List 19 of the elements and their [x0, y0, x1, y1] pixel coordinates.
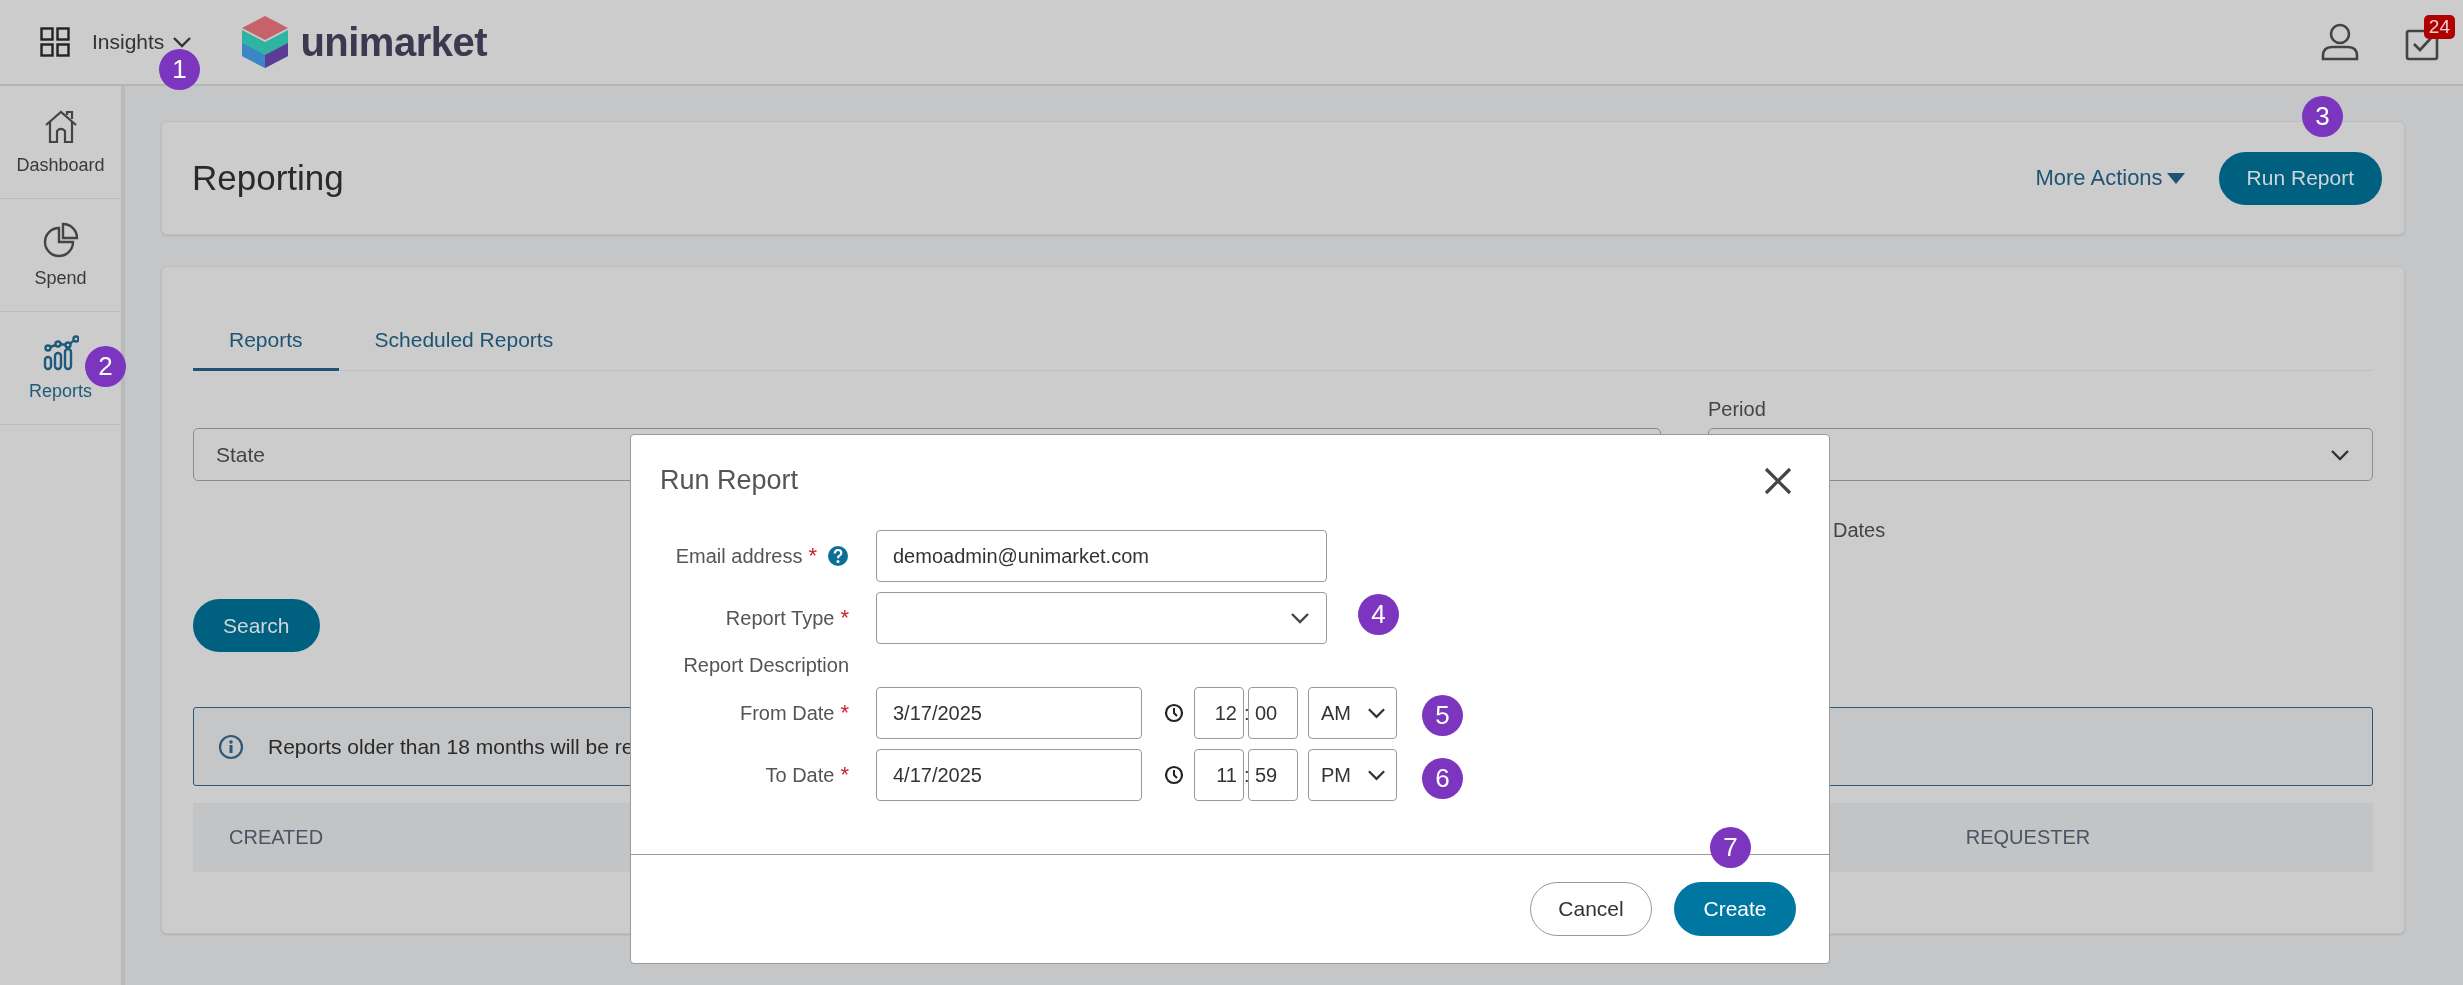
notification-badge: 24 — [2423, 15, 2455, 39]
required-asterisk: * — [840, 700, 849, 726]
column-header: CREATED — [229, 826, 324, 849]
field-label: Report Type — [725, 606, 835, 630]
time-separator: : — [1244, 701, 1248, 725]
option-label: Dates — [1832, 519, 1887, 542]
field-label: Email address — [675, 544, 803, 568]
dialog-title: Run Report — [660, 465, 799, 496]
page-title: Reporting — [192, 158, 344, 198]
field-label: From Date — [739, 701, 835, 725]
field-label: Period — [1708, 398, 1767, 422]
column-header: REQUESTER — [1965, 826, 2091, 849]
time-separator: : — [1244, 763, 1248, 787]
field-label: Report Description — [683, 654, 849, 677]
required-asterisk: * — [840, 605, 849, 631]
field-label: To Date — [765, 763, 835, 787]
required-asterisk: * — [840, 762, 849, 788]
required-asterisk: * — [808, 543, 817, 569]
logo-wordmark: unimarket — [300, 19, 488, 65]
